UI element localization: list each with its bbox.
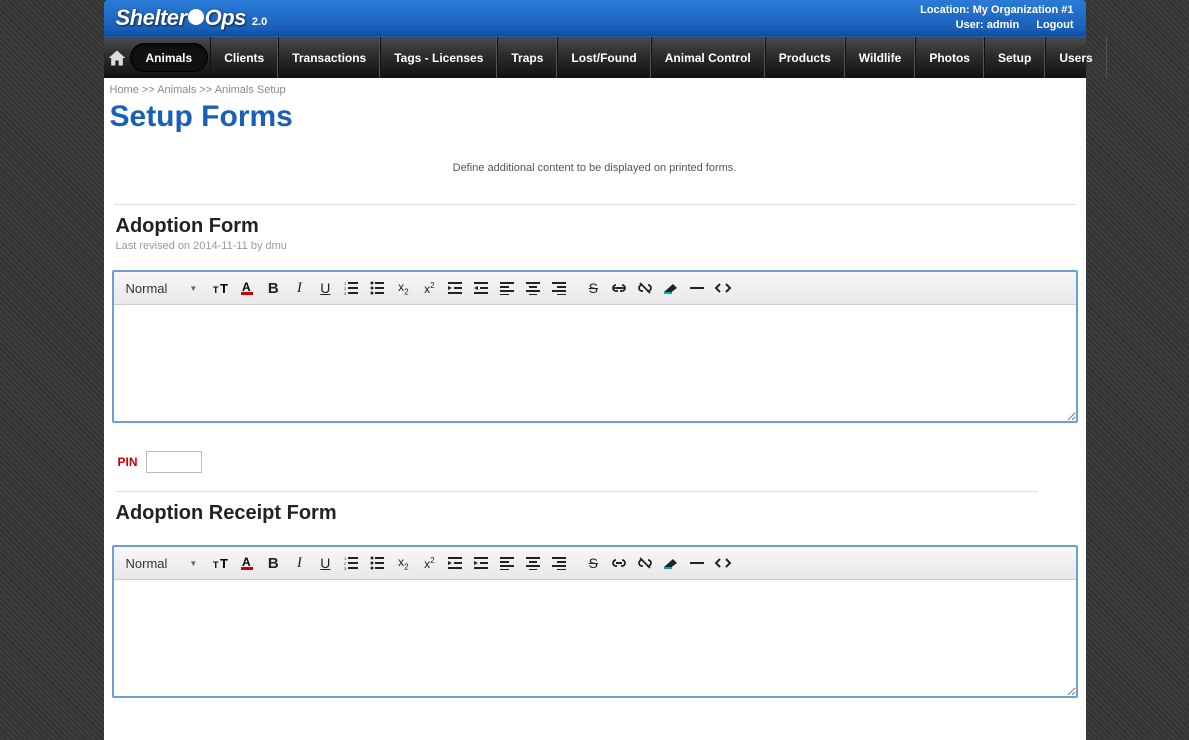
nav-wildlife[interactable]: Wildlife bbox=[845, 37, 916, 78]
main-nav: Animals Clients Transactions Tags - Lice… bbox=[104, 36, 1086, 78]
topbar: Shelter Ops 2.0 Location: My Organization… bbox=[104, 0, 1086, 36]
font-size-icon[interactable]: TT bbox=[209, 552, 233, 574]
nav-photos[interactable]: Photos bbox=[915, 37, 984, 78]
link-icon[interactable] bbox=[607, 277, 631, 299]
italic-icon[interactable]: I bbox=[287, 552, 311, 574]
align-center-icon[interactable] bbox=[521, 277, 545, 299]
superscript-icon[interactable]: x2 bbox=[417, 277, 441, 299]
remove-format-icon[interactable] bbox=[659, 552, 683, 574]
text-color-icon[interactable]: A bbox=[235, 552, 259, 574]
nav-lost-found[interactable]: Lost/Found bbox=[557, 37, 650, 78]
format-select[interactable]: Normal▼ bbox=[122, 279, 202, 298]
editor-adoption: Normal▼ TT A B I U 123 x2 x2 S bbox=[112, 270, 1078, 423]
svg-text:T: T bbox=[220, 281, 228, 295]
nav-animal-control[interactable]: Animal Control bbox=[651, 37, 765, 78]
svg-text:T: T bbox=[213, 285, 219, 295]
italic-icon[interactable]: I bbox=[287, 277, 311, 299]
text-color-icon[interactable]: A bbox=[235, 277, 259, 299]
pin-label: PIN bbox=[118, 455, 138, 469]
code-view-icon[interactable] bbox=[711, 552, 735, 574]
logo-sphere-icon bbox=[188, 9, 204, 25]
unordered-list-icon[interactable] bbox=[365, 552, 389, 574]
breadcrumb-animals-setup[interactable]: Animals Setup bbox=[215, 84, 286, 96]
subscript-icon[interactable]: x2 bbox=[391, 277, 415, 299]
ordered-list-icon[interactable]: 123 bbox=[339, 277, 363, 299]
chevron-down-icon: ▼ bbox=[189, 284, 197, 293]
logout-link[interactable]: Logout bbox=[1036, 19, 1073, 31]
unordered-list-icon[interactable] bbox=[365, 277, 389, 299]
home-icon[interactable] bbox=[106, 37, 128, 78]
svg-text:T: T bbox=[220, 556, 228, 570]
ordered-list-icon[interactable]: 123 bbox=[339, 552, 363, 574]
logo[interactable]: Shelter Ops 2.0 bbox=[116, 5, 268, 31]
nav-traps[interactable]: Traps bbox=[497, 37, 557, 78]
nav-transactions[interactable]: Transactions bbox=[278, 37, 380, 78]
editor-body-adoption[interactable] bbox=[114, 305, 1076, 421]
horizontal-rule-icon[interactable] bbox=[685, 552, 709, 574]
form-revised-adoption: Last revised on 2014-11-11 by dmu bbox=[104, 240, 1086, 270]
strikethrough-icon[interactable]: S bbox=[581, 277, 605, 299]
editor-body-adoption-receipt[interactable] bbox=[114, 580, 1076, 696]
breadcrumb-animals[interactable]: Animals bbox=[157, 84, 196, 96]
svg-text:3: 3 bbox=[344, 291, 347, 295]
page-title: Setup Forms bbox=[104, 98, 1086, 142]
strikethrough-icon[interactable]: S bbox=[581, 552, 605, 574]
form-title-adoption: Adoption Form bbox=[104, 205, 1086, 240]
subscript-icon[interactable]: x2 bbox=[391, 552, 415, 574]
logo-text-pre: Shelter bbox=[116, 5, 187, 30]
editor-adoption-receipt: Normal▼ TT A B I U 123 x2 x2 S bbox=[112, 545, 1078, 698]
editor-toolbar: Normal▼ TT A B I U 123 x2 x2 S bbox=[114, 547, 1076, 580]
breadcrumb-home[interactable]: Home bbox=[110, 84, 139, 96]
logo-text-suf: Ops bbox=[205, 5, 246, 30]
nav-tags-licenses[interactable]: Tags - Licenses bbox=[380, 37, 497, 78]
pin-input[interactable] bbox=[146, 451, 202, 473]
form-title-adoption-receipt: Adoption Receipt Form bbox=[104, 492, 1086, 527]
outdent-icon[interactable] bbox=[443, 552, 467, 574]
pin-row: PIN bbox=[104, 439, 1086, 491]
bold-icon[interactable]: B bbox=[261, 277, 285, 299]
location-label: Location: My Organization #1 bbox=[920, 3, 1073, 18]
user-link[interactable]: User: admin bbox=[956, 19, 1020, 31]
top-right-info: Location: My Organization #1 User: admin… bbox=[920, 3, 1073, 33]
align-center-icon[interactable] bbox=[521, 552, 545, 574]
outdent-icon[interactable] bbox=[443, 277, 467, 299]
indent-icon[interactable] bbox=[469, 552, 493, 574]
align-left-icon[interactable] bbox=[495, 277, 519, 299]
nav-products[interactable]: Products bbox=[765, 37, 845, 78]
font-size-icon[interactable]: TT bbox=[209, 277, 233, 299]
underline-icon[interactable]: U bbox=[313, 277, 337, 299]
format-select[interactable]: Normal▼ bbox=[122, 554, 202, 573]
bold-icon[interactable]: B bbox=[261, 552, 285, 574]
nav-clients[interactable]: Clients bbox=[210, 37, 278, 78]
code-view-icon[interactable] bbox=[711, 277, 735, 299]
nav-users[interactable]: Users bbox=[1045, 37, 1106, 78]
horizontal-rule-icon[interactable] bbox=[685, 277, 709, 299]
align-right-icon[interactable] bbox=[547, 277, 571, 299]
align-right-icon[interactable] bbox=[547, 552, 571, 574]
underline-icon[interactable]: U bbox=[313, 552, 337, 574]
breadcrumb: Home >> Animals >> Animals Setup bbox=[104, 78, 1086, 98]
superscript-icon[interactable]: x2 bbox=[417, 552, 441, 574]
chevron-down-icon: ▼ bbox=[189, 559, 197, 568]
editor-toolbar: Normal▼ TT A B I U 123 x2 x2 S bbox=[114, 272, 1076, 305]
version-label: 2.0 bbox=[252, 16, 267, 28]
nav-setup[interactable]: Setup bbox=[984, 37, 1045, 78]
nav-animals[interactable]: Animals bbox=[130, 43, 209, 72]
svg-text:3: 3 bbox=[344, 566, 347, 570]
unlink-icon[interactable] bbox=[633, 552, 657, 574]
svg-text:T: T bbox=[213, 560, 219, 570]
remove-format-icon[interactable] bbox=[659, 277, 683, 299]
page-description: Define additional content to be displaye… bbox=[104, 142, 1086, 204]
align-left-icon[interactable] bbox=[495, 552, 519, 574]
link-icon[interactable] bbox=[607, 552, 631, 574]
indent-icon[interactable] bbox=[469, 277, 493, 299]
unlink-icon[interactable] bbox=[633, 277, 657, 299]
content: Home >> Animals >> Animals Setup Setup F… bbox=[104, 78, 1086, 740]
